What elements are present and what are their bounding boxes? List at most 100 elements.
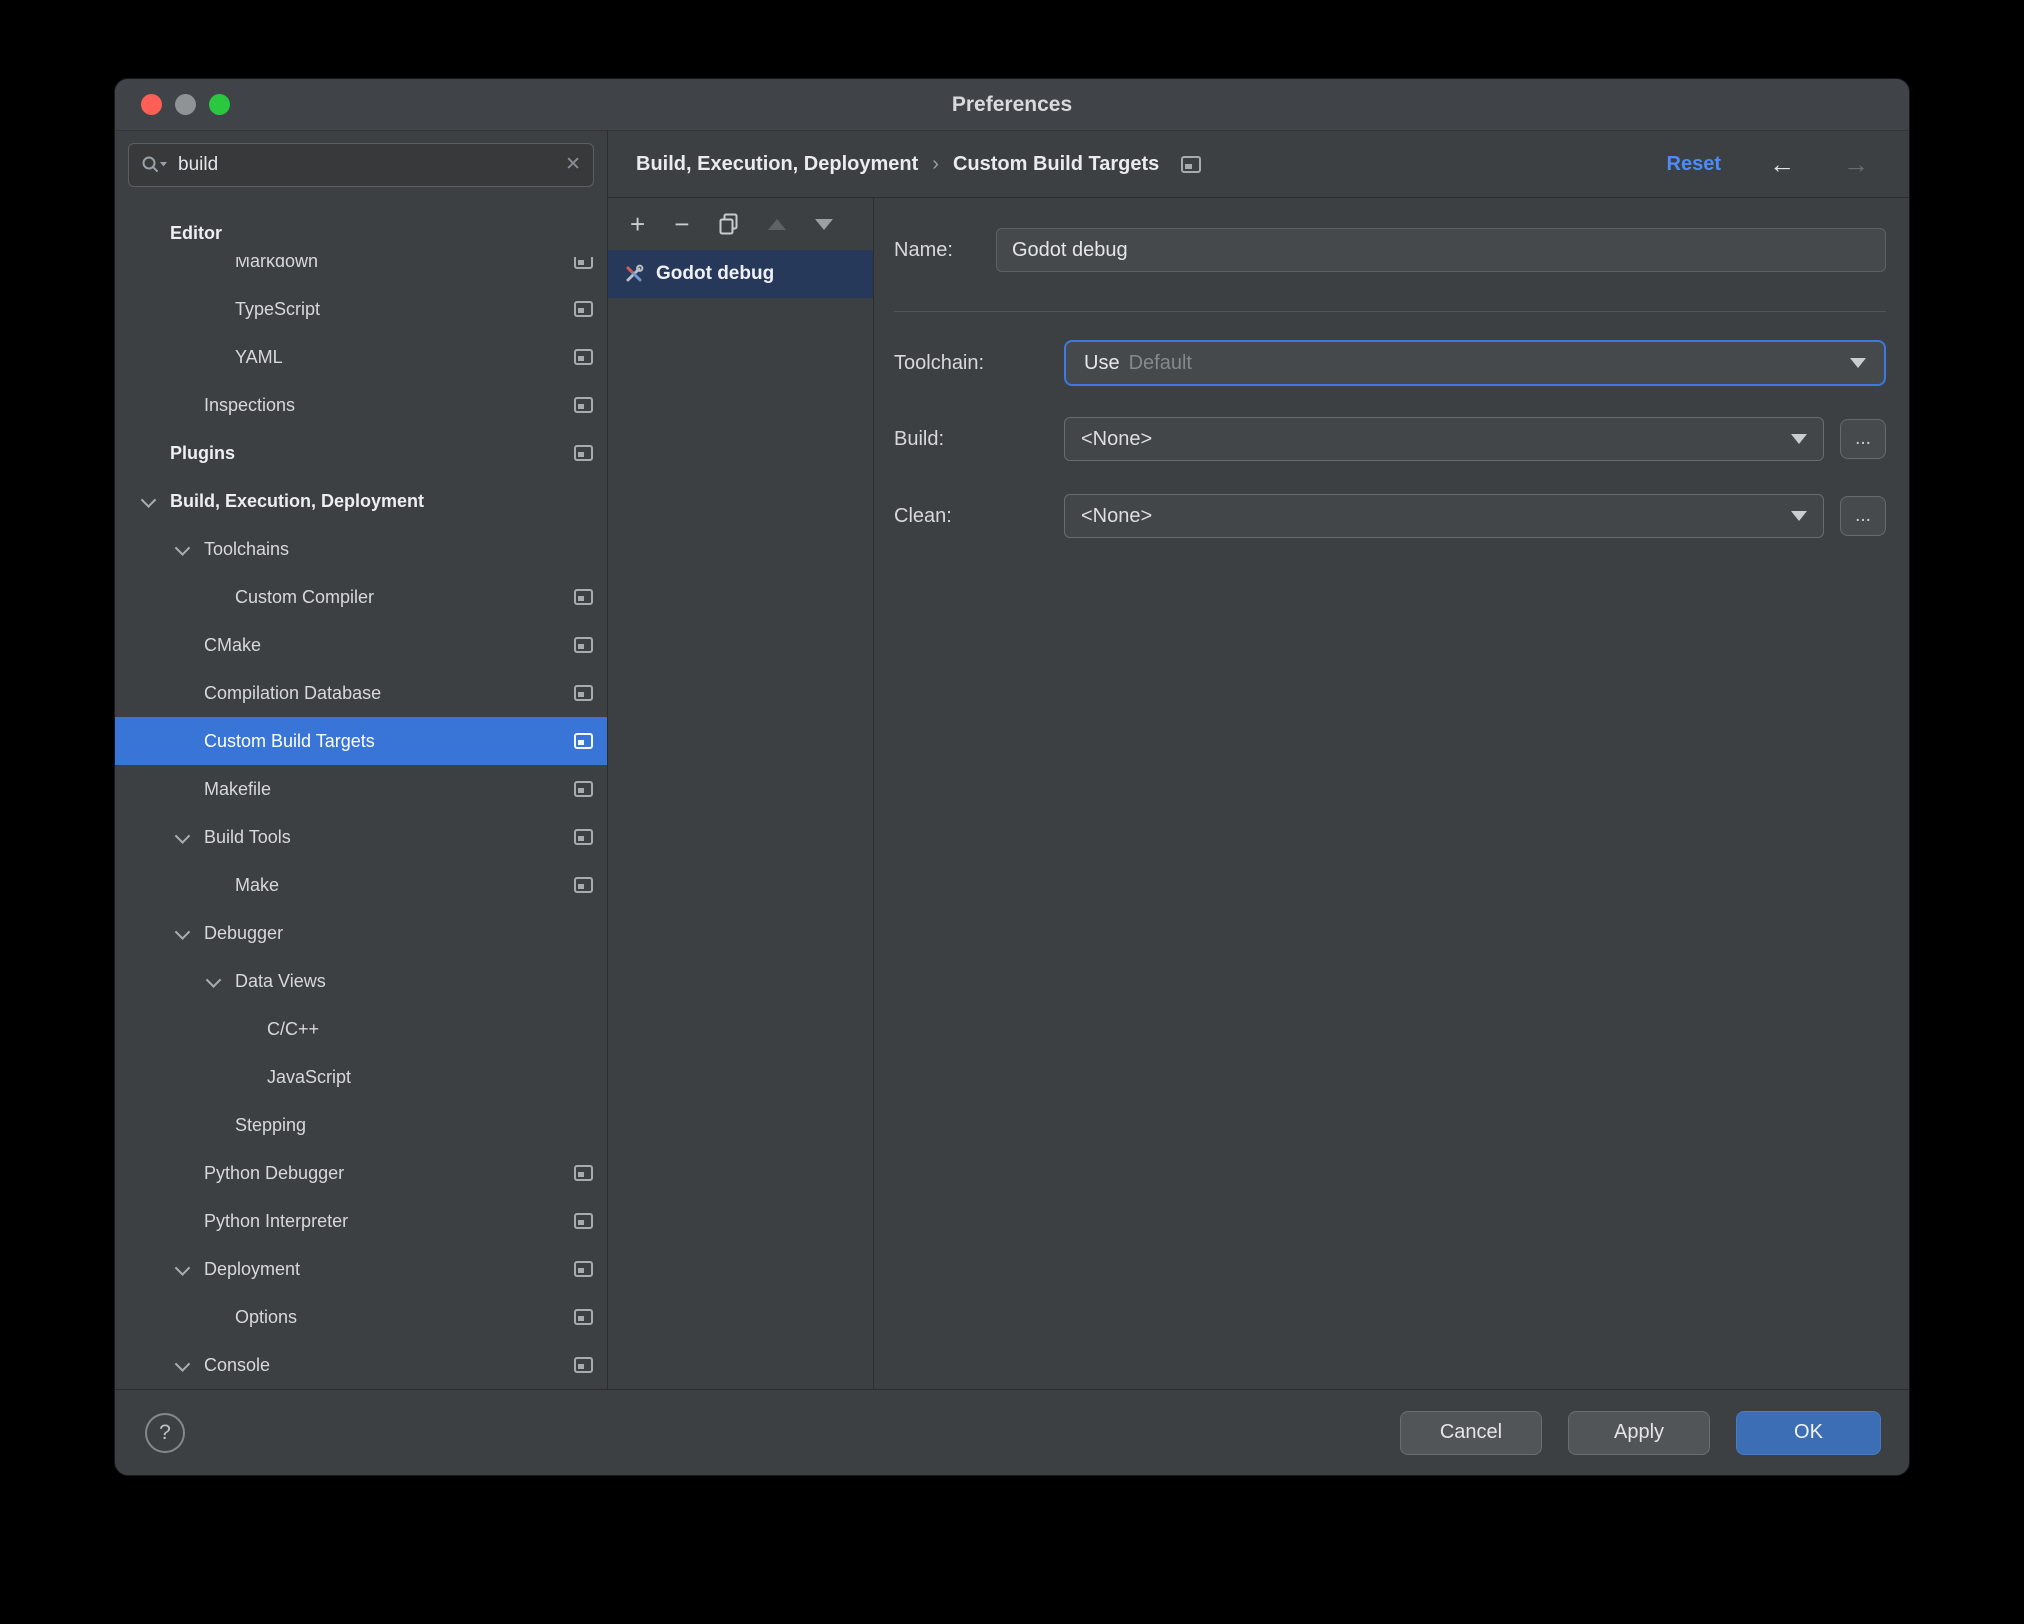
sidebar-item-deployment[interactable]: Deployment xyxy=(115,1245,607,1293)
name-label: Name: xyxy=(894,238,953,261)
add-target-button[interactable]: + xyxy=(630,211,645,237)
apply-button[interactable]: Apply xyxy=(1568,1410,1710,1455)
sidebar-item-plugins[interactable]: Plugins xyxy=(115,429,607,477)
breadcrumb-build-execution-deployment[interactable]: Build, Execution, Deployment xyxy=(636,153,918,176)
sidebar-item-label: Inspections xyxy=(204,394,296,415)
search-box[interactable]: ✕ xyxy=(128,142,594,187)
sidebar-item-label: Build, Execution, Deployment xyxy=(170,490,425,511)
forward-arrow-icon[interactable]: → xyxy=(1843,151,1869,177)
sidebar-item-custom-compiler[interactable]: Custom Compiler xyxy=(115,573,607,621)
chevron-down-icon[interactable] xyxy=(177,928,204,939)
breadcrumb-separator: › xyxy=(932,152,939,175)
sidebar-item-options[interactable]: Options xyxy=(115,1293,607,1341)
sidebar-item-label: Console xyxy=(204,1354,271,1375)
sidebar-item-build-tools[interactable]: Build Tools xyxy=(115,813,607,861)
sidebar-item-data-views[interactable]: Data Views xyxy=(115,957,607,1005)
clear-search-icon[interactable]: ✕ xyxy=(565,155,581,174)
toolchain-label: Toolchain: xyxy=(894,351,985,374)
toolchain-value: Default xyxy=(1128,351,1192,374)
cancel-button[interactable]: Cancel xyxy=(1400,1410,1542,1455)
name-field[interactable] xyxy=(996,228,1886,272)
copy-target-button[interactable] xyxy=(718,213,739,235)
chevron-down-icon[interactable] xyxy=(177,1360,204,1371)
breadcrumb-custom-build-targets[interactable]: Custom Build Targets xyxy=(953,153,1159,176)
chevron-down-icon[interactable] xyxy=(177,544,204,555)
settings-indicator-icon xyxy=(1181,155,1202,173)
zoom-window-button[interactable] xyxy=(209,94,230,115)
settings-indicator-icon xyxy=(574,685,593,701)
build-row: Build: <None> ... xyxy=(894,417,1886,461)
titlebar: Preferences xyxy=(115,79,1909,131)
back-arrow-icon[interactable]: ← xyxy=(1769,151,1795,177)
settings-indicator-icon xyxy=(574,1357,593,1373)
remove-target-button[interactable]: − xyxy=(674,211,689,237)
sidebar-item-javascript[interactable]: JavaScript xyxy=(115,1053,607,1101)
settings-tree: Editor Markdown TypeScript YAML Inspections P… xyxy=(115,198,607,1389)
sidebar-item-label: Deployment xyxy=(204,1258,301,1279)
clean-browse-button[interactable]: ... xyxy=(1840,496,1886,536)
sidebar-item-label: Plugins xyxy=(170,442,236,463)
build-browse-button[interactable]: ... xyxy=(1840,419,1886,459)
chevron-down-icon[interactable] xyxy=(177,1264,204,1275)
close-window-button[interactable] xyxy=(141,94,162,115)
sidebar-item-yaml[interactable]: YAML xyxy=(115,333,607,381)
target-settings-form: Name: Toolchain: Use Default Build: xyxy=(874,198,1909,1389)
settings-indicator-icon xyxy=(574,397,593,413)
sidebar-item-makefile[interactable]: Makefile xyxy=(115,765,607,813)
settings-indicator-icon xyxy=(574,1165,593,1181)
chevron-down-icon[interactable] xyxy=(208,976,235,987)
chevron-down-icon xyxy=(1791,434,1807,444)
toolchain-select[interactable]: Use Default xyxy=(1064,340,1886,386)
chevron-down-icon[interactable] xyxy=(143,496,170,507)
sidebar-item-python-debugger[interactable]: Python Debugger xyxy=(115,1149,607,1197)
name-row: Name: xyxy=(894,228,1886,272)
move-up-button[interactable] xyxy=(768,218,787,230)
sidebar-item-editor[interactable]: Editor xyxy=(115,209,607,257)
sidebar-item-label: Custom Compiler xyxy=(235,586,375,607)
sidebar-item-console[interactable]: Console xyxy=(115,1341,607,1389)
sidebar-item-label: CMake xyxy=(204,634,262,655)
reset-button[interactable]: Reset xyxy=(1667,153,1721,176)
move-down-button[interactable] xyxy=(815,218,834,230)
sidebar-item-toolchains[interactable]: Toolchains xyxy=(115,525,607,573)
build-select[interactable]: <None> xyxy=(1064,417,1824,461)
sidebar-item-label: Data Views xyxy=(235,970,326,991)
toolchain-row: Toolchain: Use Default xyxy=(894,340,1886,386)
sidebar-item-debugger[interactable]: Debugger xyxy=(115,909,607,957)
search-icon xyxy=(142,156,167,172)
clean-select[interactable]: <None> xyxy=(1064,494,1824,538)
breadcrumb: Build, Execution, Deployment › Custom Bu… xyxy=(608,131,1909,198)
search-input[interactable] xyxy=(178,153,557,176)
targets-toolbar: + − xyxy=(608,198,873,250)
sidebar-item-typescript[interactable]: TypeScript xyxy=(115,285,607,333)
help-button[interactable]: ? xyxy=(145,1412,185,1453)
settings-indicator-icon xyxy=(574,733,593,749)
chevron-down-icon[interactable] xyxy=(177,832,204,843)
sidebar-item-label: Debugger xyxy=(204,922,284,943)
footer-bar: ? Cancel Apply OK xyxy=(115,1389,1909,1475)
ok-button[interactable]: OK xyxy=(1736,1410,1881,1455)
build-label: Build: xyxy=(894,427,945,450)
sidebar-item-cmake[interactable]: CMake xyxy=(115,621,607,669)
sidebar-item-make[interactable]: Make xyxy=(115,861,607,909)
sidebar-item-c-c[interactable]: C/C++ xyxy=(115,1005,607,1053)
settings-indicator-icon xyxy=(574,301,593,317)
sidebar-item-python-interpreter[interactable]: Python Interpreter xyxy=(115,1197,607,1245)
sidebar-item-build-execution-deployment[interactable]: Build, Execution, Deployment xyxy=(115,477,607,525)
sidebar-item-compilation-database[interactable]: Compilation Database xyxy=(115,669,607,717)
settings-indicator-icon xyxy=(574,829,593,845)
settings-sidebar: ✕ EditorMarkdownTypeScriptYAMLInspection… xyxy=(115,131,608,1389)
sidebar-item-label: Make xyxy=(235,874,280,895)
window-title: Preferences xyxy=(951,92,1073,116)
sidebar-item-label: Stepping xyxy=(235,1114,307,1135)
target-list-item[interactable]: Godot debug xyxy=(608,250,873,298)
search-area: ✕ xyxy=(115,131,607,198)
sidebar-item-stepping[interactable]: Stepping xyxy=(115,1101,607,1149)
chevron-down-icon xyxy=(1791,511,1807,521)
help-button-label: ? xyxy=(159,1420,171,1444)
settings-indicator-icon xyxy=(574,445,593,461)
sidebar-item-custom-build-targets[interactable]: Custom Build Targets xyxy=(115,717,607,765)
settings-indicator-icon xyxy=(574,877,593,893)
sidebar-item-inspections[interactable]: Inspections xyxy=(115,381,607,429)
minimize-window-button[interactable] xyxy=(175,94,196,115)
